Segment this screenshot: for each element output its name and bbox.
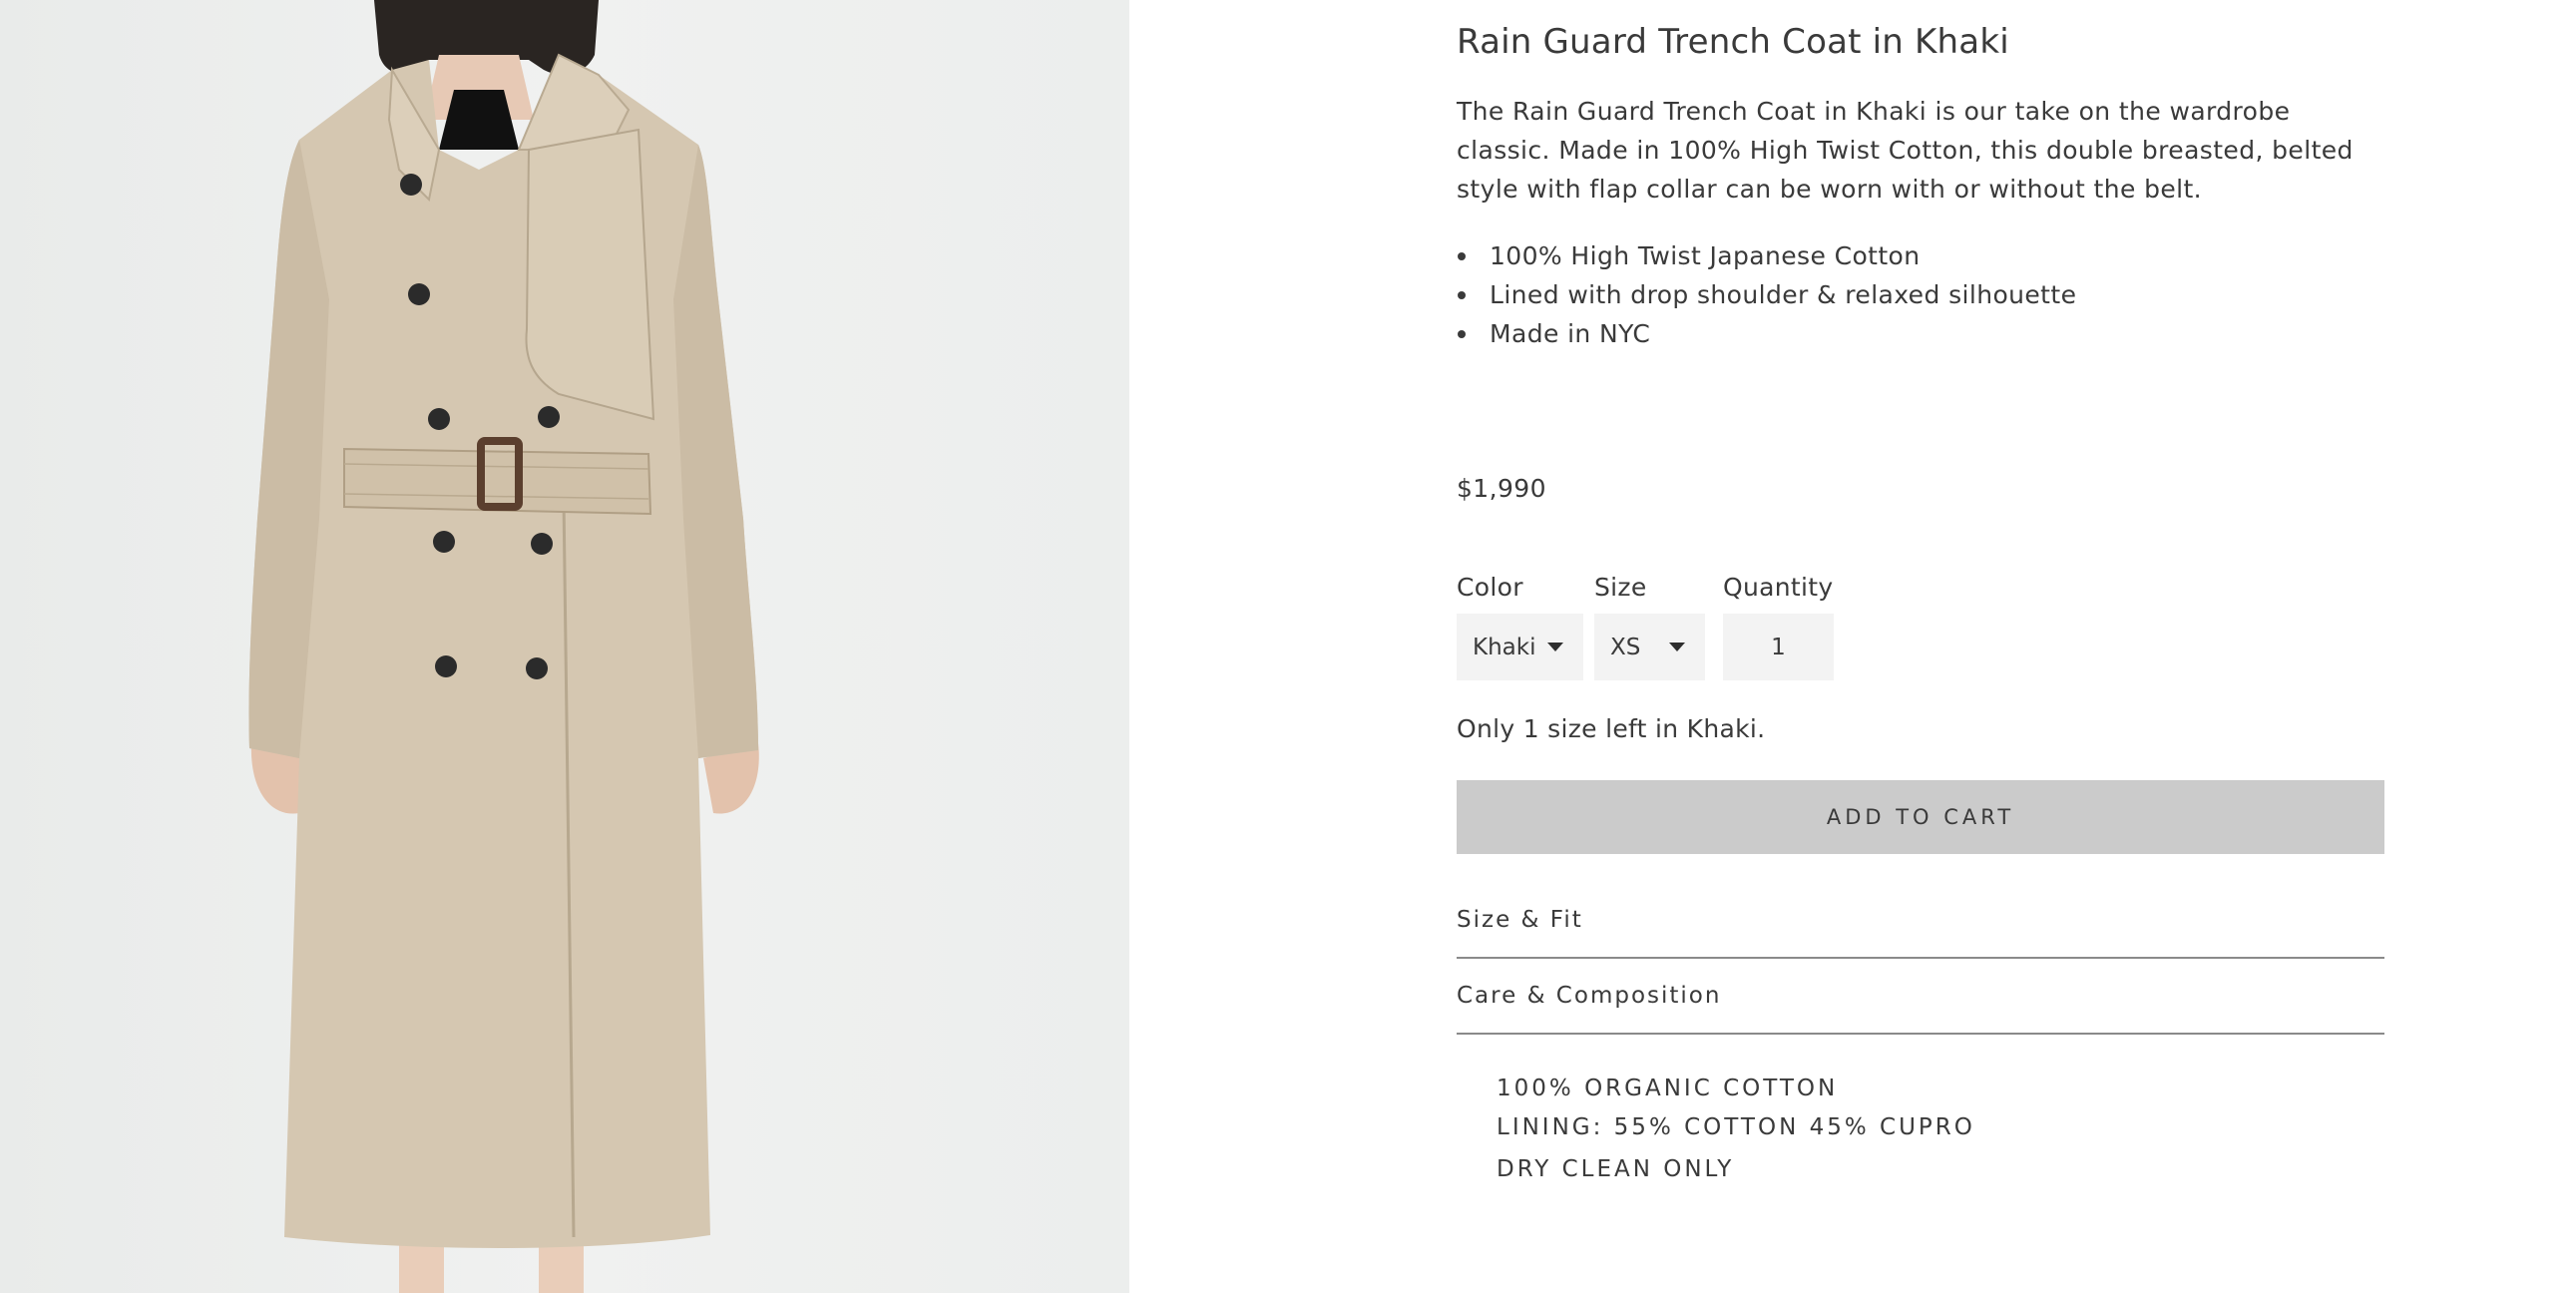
size-select[interactable]: XS [1594, 614, 1705, 680]
feature-item: Lined with drop shoulder & relaxed silho… [1457, 275, 2076, 314]
quantity-value: 1 [1771, 634, 1786, 660]
product-price: $1,990 [1457, 474, 1546, 503]
size-fit-accordion[interactable]: Size & Fit [1457, 883, 2384, 959]
care-item: DRY CLEAN ONLY [1497, 1156, 1735, 1182]
care-item: LINING: 55% COTTON 45% CUPRO [1497, 1114, 1975, 1140]
color-select[interactable]: Khaki [1457, 614, 1583, 680]
feature-list: 100% High Twist Japanese Cotton Lined wi… [1457, 236, 2076, 353]
quantity-label: Quantity [1723, 573, 1834, 602]
care-composition-accordion[interactable]: Care & Composition [1457, 959, 2384, 1035]
stock-note: Only 1 size left in Khaki. [1457, 714, 1766, 743]
product-image[interactable] [0, 0, 1129, 1293]
color-select-value: Khaki [1473, 634, 1536, 660]
feature-item: Made in NYC [1457, 314, 2076, 353]
add-to-cart-button[interactable]: ADD TO CART [1457, 780, 2384, 854]
care-composition-label: Care & Composition [1457, 983, 1722, 1009]
color-label: Color [1457, 573, 1523, 602]
product-title: Rain Guard Trench Coat in Khaki [1457, 22, 2009, 62]
size-select-value: XS [1610, 634, 1641, 660]
trench-coat-illustration [248, 0, 759, 1293]
size-fit-label: Size & Fit [1457, 907, 1583, 933]
care-item: 100% ORGANIC COTTON [1497, 1076, 1839, 1101]
product-page: Rain Guard Trench Coat in Khaki The Rain… [0, 0, 2576, 1293]
size-label: Size [1594, 573, 1647, 602]
chevron-down-icon [1669, 643, 1685, 651]
chevron-down-icon [1547, 643, 1563, 651]
feature-item: 100% High Twist Japanese Cotton [1457, 236, 2076, 275]
product-description: The Rain Guard Trench Coat in Khaki is o… [1457, 97, 2354, 204]
care-composition-panel: 100% ORGANIC COTTON LINING: 55% COTTON 4… [1497, 1076, 1975, 1182]
quantity-input[interactable]: 1 [1723, 614, 1834, 680]
